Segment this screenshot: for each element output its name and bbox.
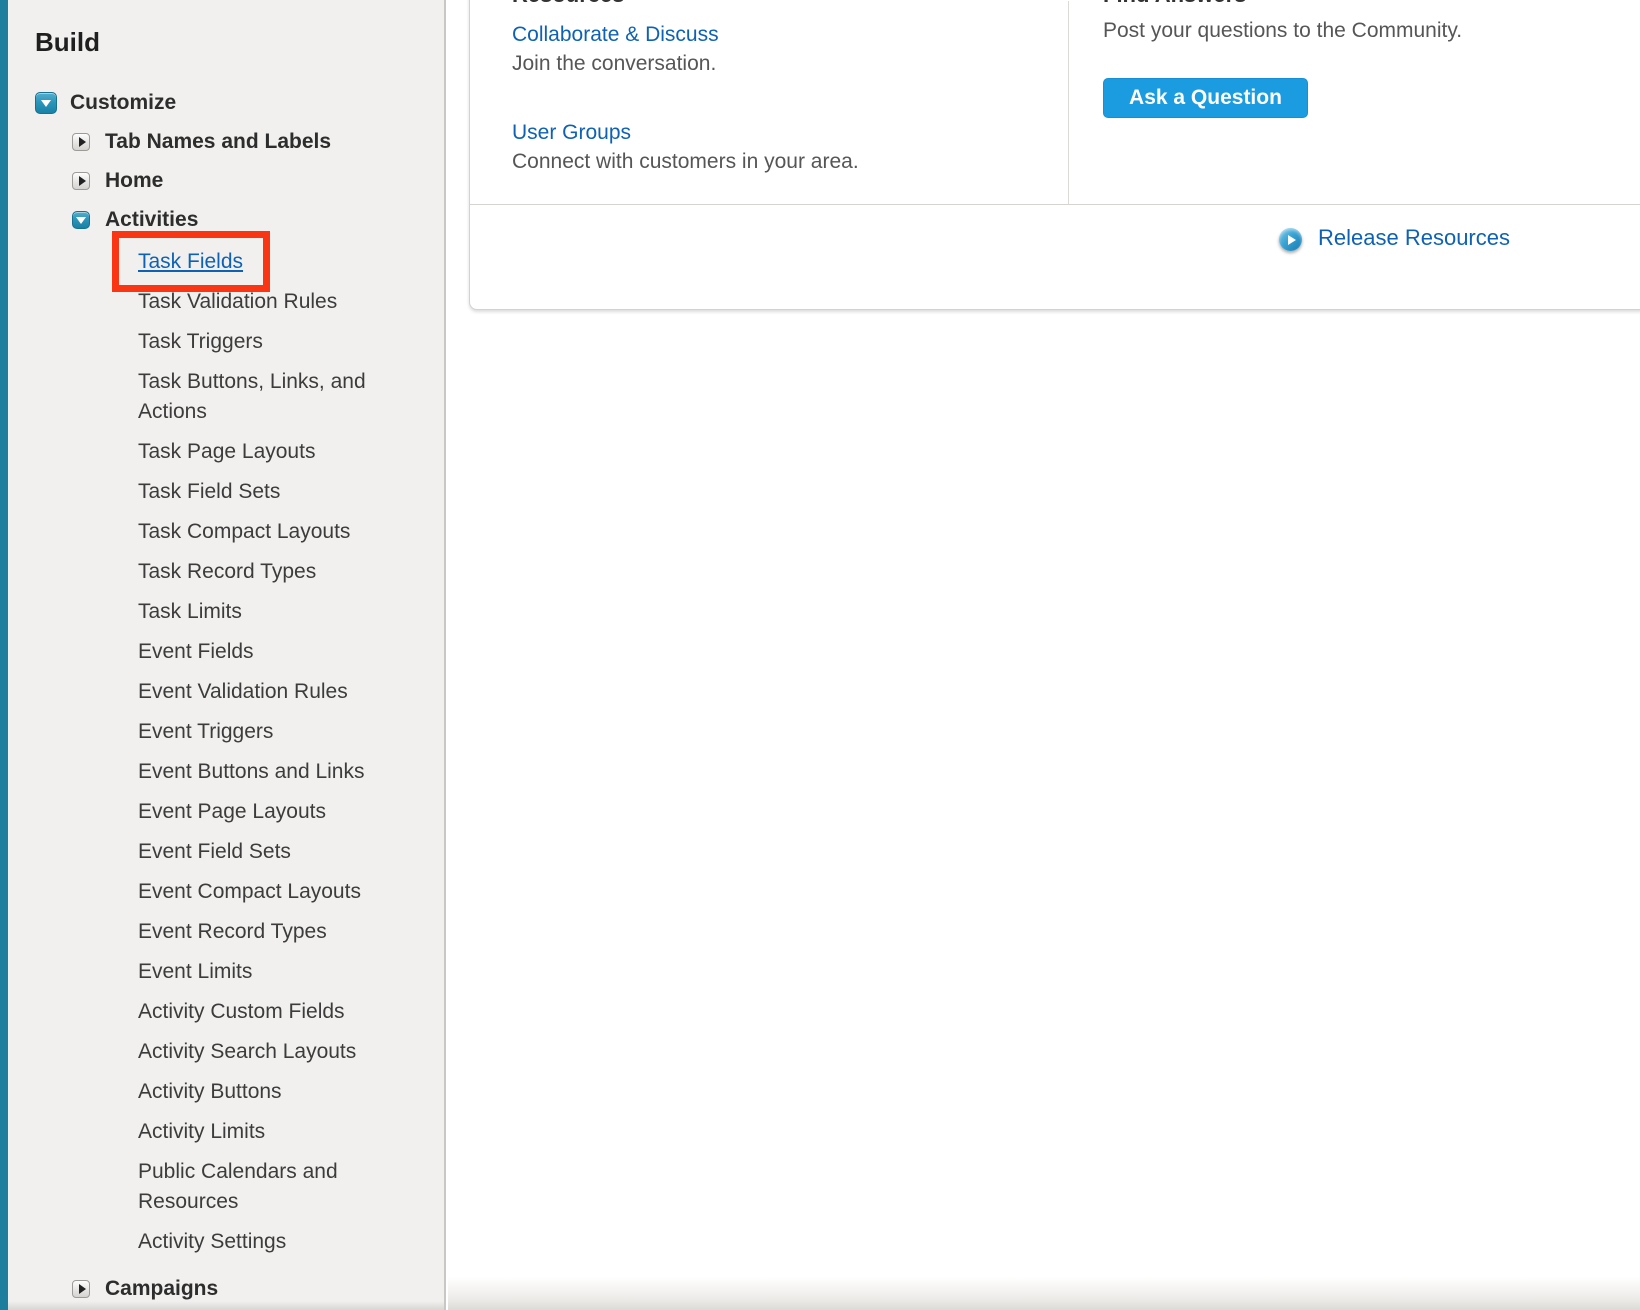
tree-leaf-item[interactable]: Task Validation Rules — [138, 290, 337, 313]
expand-node-icon[interactable] — [72, 1280, 90, 1298]
sidebar-tree-branch-row: Customize — [8, 83, 444, 122]
setup-sidebar: Build Customize Tab Names and Labels Home A… — [8, 0, 446, 1310]
expand-node-icon[interactable] — [72, 172, 90, 190]
sidebar-tree-leaf-row: Event Buttons and Links — [138, 757, 396, 797]
tree-branch-label[interactable]: Home — [105, 169, 163, 193]
sidebar-tree-leaf-row: Event Limits — [138, 957, 396, 997]
collaborate-discuss-link[interactable]: Collaborate & Discuss — [512, 24, 719, 46]
tree-leaf-item[interactable]: Task Compact Layouts — [138, 520, 350, 543]
sidebar-tree-leaf-row: Task Fields — [138, 247, 396, 287]
sidebar-tree-leaf-row: Activity Settings — [138, 1227, 396, 1267]
card-footer-divider — [470, 204, 1640, 205]
sidebar-bottom-fade — [8, 1301, 444, 1310]
sidebar-tree-branch-row: Tab Names and Labels — [8, 122, 444, 161]
tree-leaf-item[interactable]: Activity Buttons — [138, 1080, 282, 1103]
release-resources-link[interactable]: Release Resources — [1318, 227, 1510, 249]
collapse-node-icon[interactable] — [35, 92, 57, 114]
column-divider — [1068, 1, 1069, 204]
tree-branch-label[interactable]: Activities — [105, 208, 198, 232]
tree-leaf-item[interactable]: Task Limits — [138, 600, 242, 623]
sidebar-tree-leaf-row: Activity Search Layouts — [138, 1037, 396, 1077]
sidebar-tree-leaf-row: Public Calendars and Resources — [138, 1157, 396, 1227]
tree-leaf-item[interactable]: Event Triggers — [138, 720, 273, 743]
expand-node-icon[interactable] — [72, 133, 90, 151]
tree-leaf-item[interactable]: Activity Settings — [138, 1230, 286, 1253]
sidebar-tree-leaf-row: Task Compact Layouts — [138, 517, 396, 557]
tree-leaf-item[interactable]: Task Record Types — [138, 560, 316, 583]
setup-page: Build Customize Tab Names and Labels Home A… — [0, 0, 1640, 1310]
find-answers-heading: Find Answers — [1103, 0, 1246, 6]
tree-leaf-item[interactable]: Event Page Layouts — [138, 800, 326, 823]
sidebar-tree-leaf-row: Event Fields — [138, 637, 396, 677]
user-groups-link[interactable]: User Groups — [512, 122, 631, 144]
sidebar-section-title: Build — [35, 27, 444, 57]
sidebar-tree-leaf-row: Event Page Layouts — [138, 797, 396, 837]
tree-leaf-item[interactable]: Activity Search Layouts — [138, 1040, 356, 1063]
sidebar-tree-leaf-row: Event Triggers — [138, 717, 396, 757]
sidebar-tree: Customize Tab Names and Labels Home Activit… — [8, 83, 444, 1308]
tree-leaf-item[interactable]: Task Triggers — [138, 330, 263, 353]
tree-leaf-link-selected[interactable]: Task Fields — [138, 250, 243, 273]
user-groups-description: Connect with customers in your area. — [512, 151, 859, 173]
sidebar-tree-leaf-row: Task Record Types — [138, 557, 396, 597]
sidebar-tree-branch-row: Activities — [8, 200, 444, 239]
page-bottom-fade — [448, 1277, 1640, 1310]
tree-leaf-item[interactable]: Event Field Sets — [138, 840, 291, 863]
tree-leaf-item[interactable]: Event Record Types — [138, 920, 327, 943]
play-circle-icon[interactable] — [1279, 228, 1302, 251]
collapse-node-icon[interactable] — [72, 211, 90, 229]
tree-leaf-item[interactable]: Task Field Sets — [138, 480, 280, 503]
tree-leaf-item[interactable]: Activity Custom Fields — [138, 1000, 345, 1023]
sidebar-tree-leaf-row: Event Record Types — [138, 917, 396, 957]
sidebar-tree-leaf-row: Task Page Layouts — [138, 437, 396, 477]
tree-leaf-item[interactable]: Activity Limits — [138, 1120, 265, 1143]
sidebar-tree-branch-row: Home — [8, 161, 444, 200]
tree-branch-label[interactable]: Campaigns — [105, 1277, 218, 1301]
sidebar-tree-leaf-row: Task Validation Rules — [138, 287, 396, 327]
sidebar-tree-leaf-row: Activity Limits — [138, 1117, 396, 1157]
sidebar-tree-leaf-row: Task Limits — [138, 597, 396, 637]
tree-leaf-item[interactable]: Event Validation Rules — [138, 680, 348, 703]
find-answers-description: Post your questions to the Community. — [1103, 20, 1462, 42]
accent-strip — [0, 0, 8, 1310]
tree-branch-label[interactable]: Tab Names and Labels — [105, 130, 331, 154]
tree-leaf-item[interactable]: Task Page Layouts — [138, 440, 315, 463]
tree-leaf-item[interactable]: Event Buttons and Links — [138, 760, 364, 783]
sidebar-tree-leaf-row: Task Triggers — [138, 327, 396, 367]
resources-heading: Resources — [512, 0, 625, 6]
tree-leaf-item[interactable]: Event Compact Layouts — [138, 880, 361, 903]
sidebar-tree-leaf-row: Event Compact Layouts — [138, 877, 396, 917]
tree-leaf-item[interactable]: Public Calendars and Resources — [138, 1160, 338, 1213]
tree-leaf-item[interactable]: Event Fields — [138, 640, 254, 663]
sidebar-tree-leaf-row: Event Validation Rules — [138, 677, 396, 717]
tree-leaf-item[interactable]: Task Buttons, Links, and Actions — [138, 370, 366, 423]
sidebar-tree-leaf-row: Task Buttons, Links, and Actions — [138, 367, 396, 437]
sidebar-tree-leaf-row: Event Field Sets — [138, 837, 396, 877]
sidebar-tree-leaf-row: Task Field Sets — [138, 477, 396, 517]
ask-a-question-button[interactable]: Ask a Question — [1103, 78, 1308, 118]
tree-branch-label[interactable]: Customize — [70, 91, 176, 115]
sidebar-tree-leaf-row: Activity Buttons — [138, 1077, 396, 1117]
tree-leaf-item[interactable]: Event Limits — [138, 960, 252, 983]
help-resources-card: Resources Collaborate & Discuss Join the… — [469, 0, 1640, 310]
collaborate-discuss-description: Join the conversation. — [512, 53, 716, 75]
sidebar-tree-leaf-row: Activity Custom Fields — [138, 997, 396, 1037]
